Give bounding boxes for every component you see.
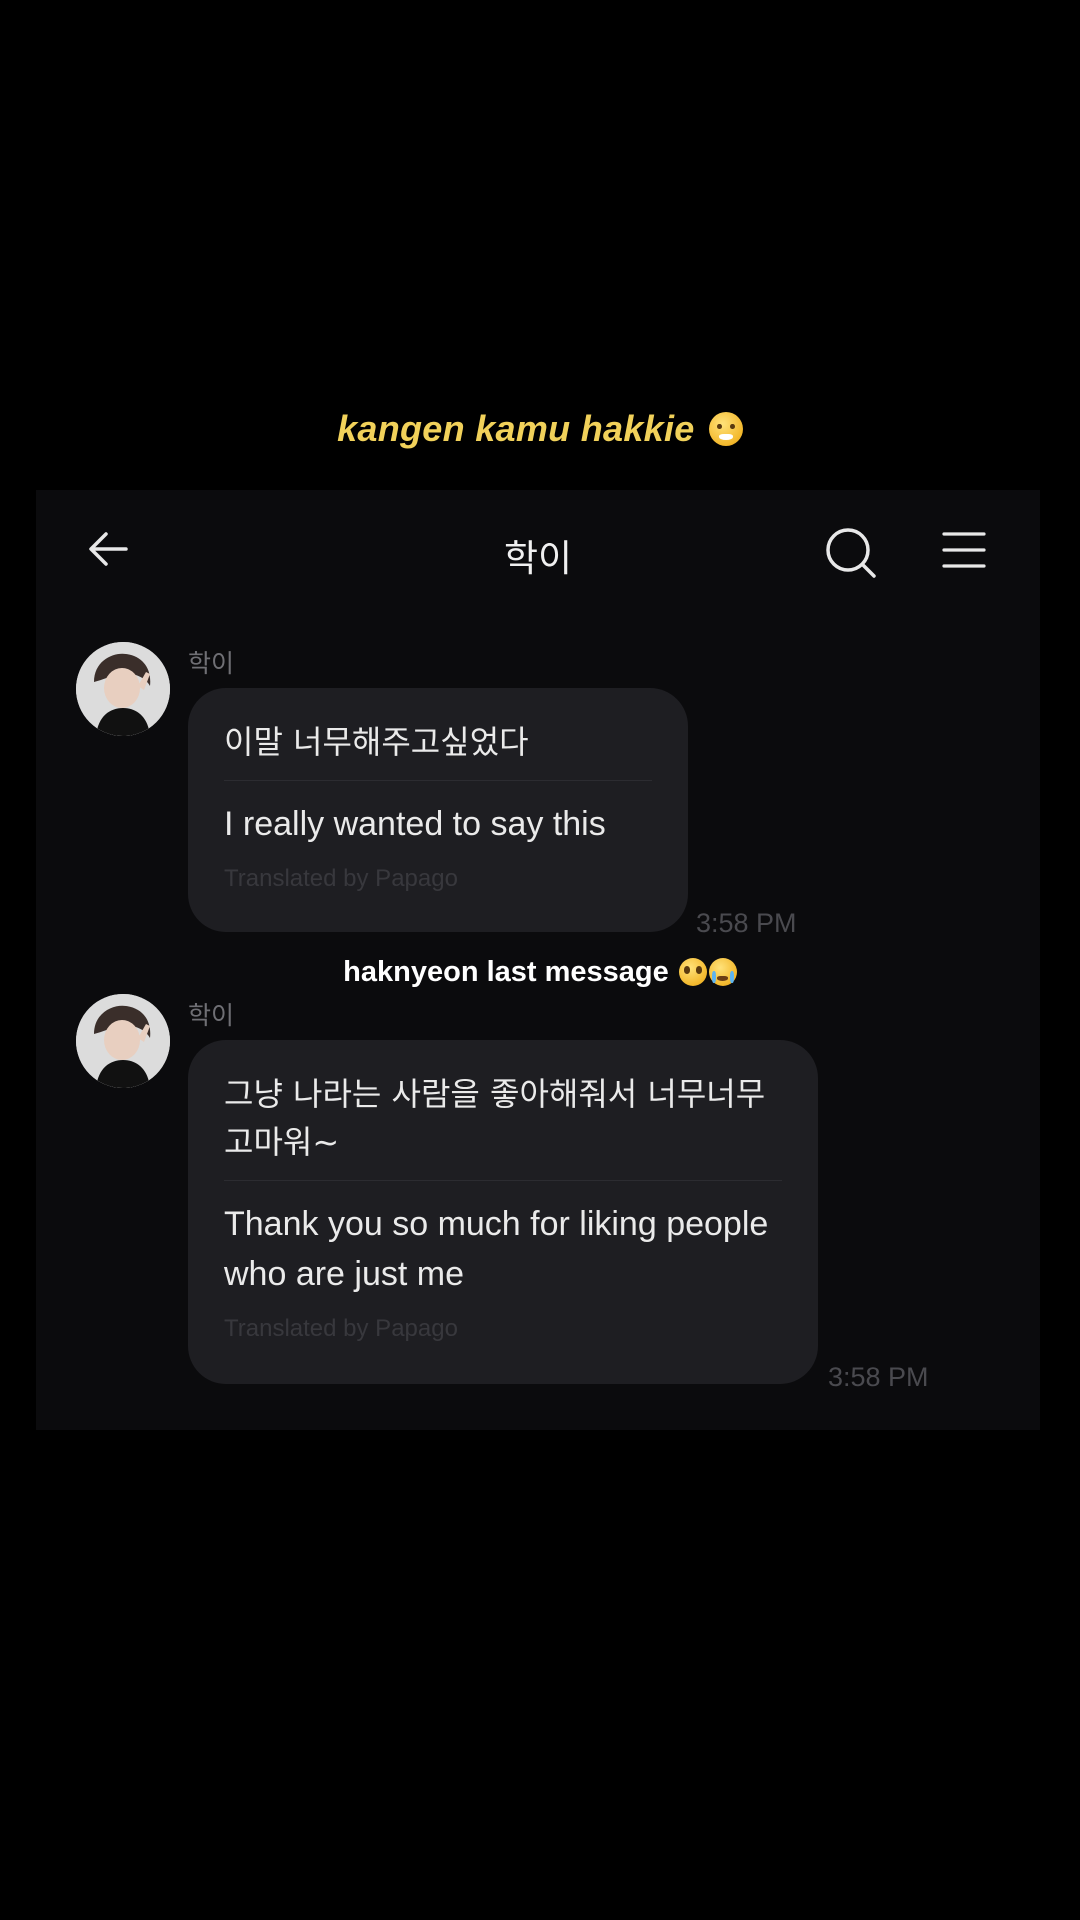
overlay-caption-middle-text: haknyeon last message xyxy=(343,956,669,988)
avatar[interactable] xyxy=(76,642,170,736)
message-translation-text: I really wanted to say this xyxy=(224,805,606,843)
message-original-text: 이말 너무해주고싶었다 xyxy=(224,723,529,761)
message-bubble[interactable]: 그냥 나라는 사람을 좋아해줘서 너무너무 고마워~ Thank you so … xyxy=(188,1040,818,1384)
divider xyxy=(224,1180,782,1181)
translation-credit: Translated by Papago xyxy=(224,865,458,892)
message-timestamp: 3:58 PM xyxy=(828,1362,929,1392)
sender-name: 학이 xyxy=(188,1001,235,1030)
message-translation-text: Thank you so much for liking people who … xyxy=(224,1205,769,1293)
message-timestamp: 3:58 PM xyxy=(696,908,797,938)
translation-credit: Translated by Papago xyxy=(224,1315,458,1342)
overlay-caption-top: kangen kamu hakkie xyxy=(0,408,1080,450)
search-icon[interactable] xyxy=(824,526,878,580)
chat-title: 학이 xyxy=(503,537,573,580)
sender-name: 학이 xyxy=(188,649,235,678)
overlay-caption-middle: haknyeon last message xyxy=(0,956,1080,989)
overlay-caption-top-text: kangen kamu hakkie xyxy=(337,408,695,449)
message-bubble[interactable]: 이말 너무해주고싶었다 I really wanted to say this … xyxy=(188,688,688,932)
divider xyxy=(224,780,652,781)
profile-photo-icon xyxy=(76,994,170,1088)
loudly-crying-face-emoji-icon xyxy=(708,958,737,986)
hamburger-menu-icon[interactable] xyxy=(942,530,986,570)
profile-photo-icon xyxy=(76,642,170,736)
pleading-face-emoji-icon xyxy=(678,958,707,986)
message-original-text: 그냥 나라는 사람을 좋아해줘서 너무너무 고마워~ xyxy=(224,1075,766,1161)
avatar[interactable] xyxy=(76,994,170,1088)
sneezing-face-emoji-icon xyxy=(708,412,743,446)
